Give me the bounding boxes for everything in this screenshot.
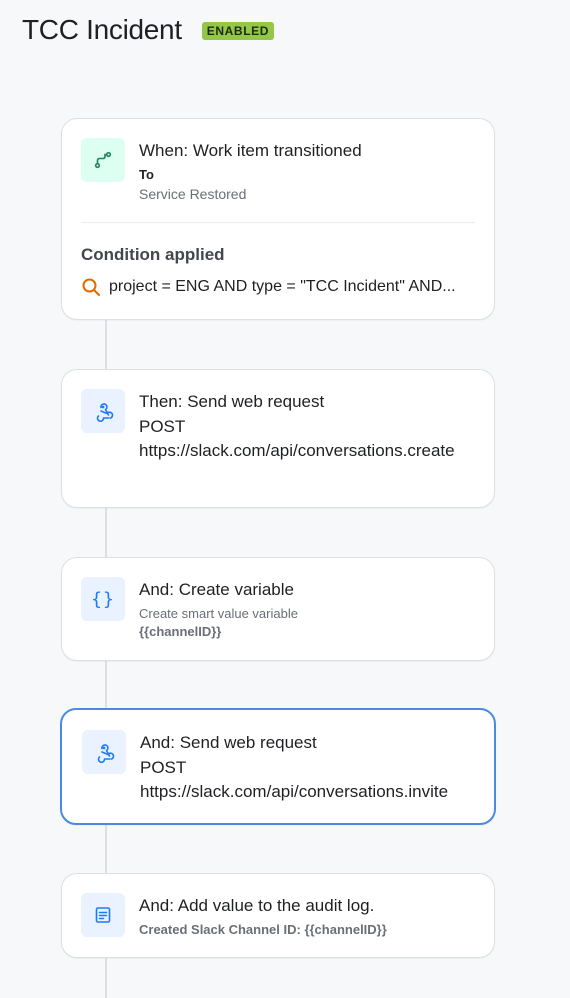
step-method: POST <box>139 417 186 436</box>
step-url: https://slack.com/api/conversations.crea… <box>139 441 455 460</box>
condition-row[interactable]: project = ENG AND type = "TCC Incident" … <box>81 277 474 297</box>
webhook-icon <box>97 744 115 763</box>
step-method: POST <box>140 758 187 777</box>
rule-header: TCC Incident ENABLED <box>22 14 274 46</box>
search-icon <box>82 278 100 296</box>
step-icon-box: {} <box>81 577 125 621</box>
step-card-create-variable[interactable]: {} And: Create variable Create smart val… <box>61 557 495 661</box>
step-url: https://slack.com/api/conversations.invi… <box>140 782 449 801</box>
flow-connector <box>105 957 107 998</box>
step-variable-name: {{channelID}} <box>139 624 222 639</box>
card-divider <box>81 222 475 223</box>
trigger-to-value: Service Restored <box>139 186 247 202</box>
step-card-web-request-create[interactable]: Then: Send web request POST https://slac… <box>61 369 495 508</box>
condition-text: project = ENG AND type = "TCC Incident" … <box>109 278 456 295</box>
step-card-web-request-invite[interactable]: And: Send web request POST https://slack… <box>60 708 496 825</box>
document-icon <box>95 907 111 923</box>
step-icon-box <box>81 893 125 937</box>
webhook-icon <box>96 403 114 422</box>
flow-connector <box>105 507 107 559</box>
condition-heading: Condition applied <box>81 245 225 264</box>
step-title: Then: Send web request <box>139 392 325 411</box>
branch-path-icon <box>94 151 112 169</box>
step-card-audit-log[interactable]: And: Add value to the audit log. Created… <box>61 873 495 958</box>
trigger-title: When: Work item transitioned <box>139 141 362 160</box>
step-icon-box <box>82 730 126 774</box>
trigger-icon-box <box>81 138 125 182</box>
flow-connector <box>105 824 107 874</box>
step-title: And: Add value to the audit log. <box>139 896 375 915</box>
step-audit-value: Created Slack Channel ID: {{channelID}} <box>139 922 387 937</box>
step-description: Create smart value variable <box>139 606 298 621</box>
flow-connector <box>105 319 107 371</box>
trigger-to-label: To <box>139 167 154 182</box>
curly-braces-icon: {} <box>91 588 115 610</box>
rule-title: TCC Incident <box>22 14 182 45</box>
step-icon-box <box>81 389 125 433</box>
step-title: And: Create variable <box>139 580 294 599</box>
step-title: And: Send web request <box>140 733 317 752</box>
trigger-card[interactable]: When: Work item transitioned To Service … <box>61 118 495 320</box>
status-badge: ENABLED <box>201 22 274 40</box>
flow-connector <box>105 660 107 710</box>
